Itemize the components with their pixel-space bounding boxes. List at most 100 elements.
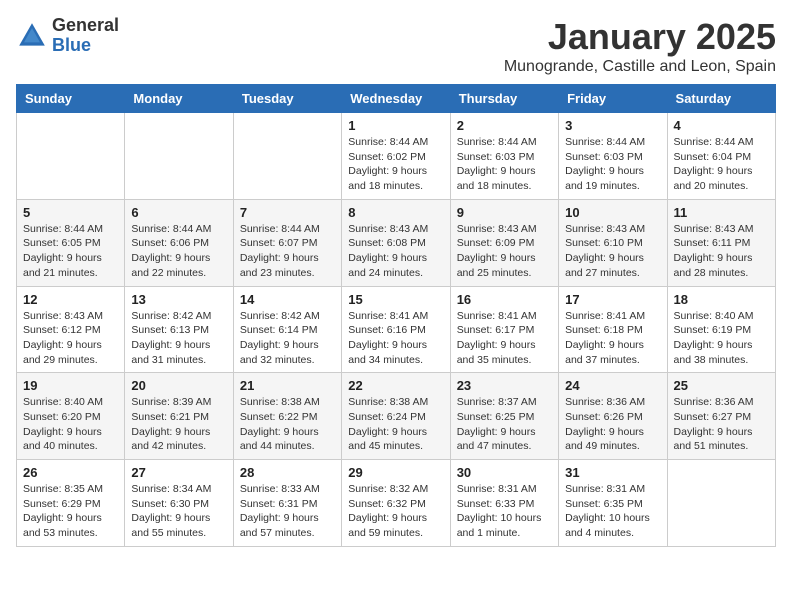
day-number: 28: [240, 465, 335, 480]
calendar-cell: [17, 113, 125, 200]
day-info: Sunrise: 8:36 AM Sunset: 6:27 PM Dayligh…: [674, 395, 769, 454]
day-info: Sunrise: 8:44 AM Sunset: 6:03 PM Dayligh…: [457, 135, 552, 194]
logo: General Blue: [16, 16, 119, 56]
calendar-cell: 8Sunrise: 8:43 AM Sunset: 6:08 PM Daylig…: [342, 199, 450, 286]
weekday-header-thursday: Thursday: [450, 85, 558, 113]
day-info: Sunrise: 8:31 AM Sunset: 6:35 PM Dayligh…: [565, 482, 660, 541]
calendar-cell: [667, 460, 775, 547]
day-number: 11: [674, 205, 769, 220]
day-info: Sunrise: 8:37 AM Sunset: 6:25 PM Dayligh…: [457, 395, 552, 454]
day-info: Sunrise: 8:34 AM Sunset: 6:30 PM Dayligh…: [131, 482, 226, 541]
calendar-cell: 5 Sunrise: 8:44 AM Sunset: 6:05 PM Daylig…: [17, 199, 125, 286]
calendar-cell: 12 Sunrise: 8:43 AM Sunset: 6:12 PM Dayli…: [17, 286, 125, 373]
day-number: 18: [674, 292, 769, 307]
calendar-cell: 11 Sunrise: 8:43 AM Sunset: 6:11 PM Dayli…: [667, 199, 775, 286]
calendar-cell: 29 Sunrise: 8:32 AM Sunset: 6:32 PM Dayli…: [342, 460, 450, 547]
day-number: 30: [457, 465, 552, 480]
day-number: 1: [348, 118, 443, 133]
day-number: 20: [131, 378, 226, 393]
calendar-cell: 13 Sunrise: 8:42 AM Sunset: 6:13 PM Dayli…: [125, 286, 233, 373]
day-number: 26: [23, 465, 118, 480]
calendar-cell: 31 Sunrise: 8:31 AM Sunset: 6:35 PM Dayli…: [559, 460, 667, 547]
day-number: 24: [565, 378, 660, 393]
day-info: Sunrise: 8:42 AM Sunset: 6:14 PM Dayligh…: [240, 309, 335, 368]
calendar-cell: 20 Sunrise: 8:39 AM Sunset: 6:21 PM Dayli…: [125, 373, 233, 460]
calendar-week-row: 5 Sunrise: 8:44 AM Sunset: 6:05 PM Daylig…: [17, 199, 776, 286]
calendar-cell: 10Sunrise: 8:43 AM Sunset: 6:10 PM Dayli…: [559, 199, 667, 286]
title-section: January 2025 Munogrande, Castille and Le…: [504, 16, 776, 76]
weekday-header-sunday: Sunday: [17, 85, 125, 113]
calendar-cell: 27 Sunrise: 8:34 AM Sunset: 6:30 PM Dayli…: [125, 460, 233, 547]
day-number: 13: [131, 292, 226, 307]
calendar-cell: 1 Sunrise: 8:44 AM Sunset: 6:02 PM Daylig…: [342, 113, 450, 200]
weekday-header-tuesday: Tuesday: [233, 85, 341, 113]
day-number: 21: [240, 378, 335, 393]
day-number: 17: [565, 292, 660, 307]
day-number: 29: [348, 465, 443, 480]
day-info: Sunrise: 8:40 AM Sunset: 6:20 PM Dayligh…: [23, 395, 118, 454]
day-info: Sunrise: 8:44 AM Sunset: 6:07 PM Dayligh…: [240, 222, 335, 281]
day-number: 3: [565, 118, 660, 133]
day-number: 4: [674, 118, 769, 133]
day-info: Sunrise: 8:39 AM Sunset: 6:21 PM Dayligh…: [131, 395, 226, 454]
day-info: Sunrise: 8:42 AM Sunset: 6:13 PM Dayligh…: [131, 309, 226, 368]
calendar-cell: 15 Sunrise: 8:41 AM Sunset: 6:16 PM Dayli…: [342, 286, 450, 373]
day-number: 7: [240, 205, 335, 220]
day-info: Sunrise: 8:41 AM Sunset: 6:16 PM Dayligh…: [348, 309, 443, 368]
day-info: Sunrise: 8:44 AM Sunset: 6:04 PM Dayligh…: [674, 135, 769, 194]
day-info: Sunrise: 8:41 AM Sunset: 6:17 PM Dayligh…: [457, 309, 552, 368]
calendar-cell: 4 Sunrise: 8:44 AM Sunset: 6:04 PM Daylig…: [667, 113, 775, 200]
day-info: Sunrise: 8:44 AM Sunset: 6:02 PM Dayligh…: [348, 135, 443, 194]
page-header: General Blue January 2025 Munogrande, Ca…: [16, 16, 776, 76]
calendar-cell: 22Sunrise: 8:38 AM Sunset: 6:24 PM Dayli…: [342, 373, 450, 460]
calendar-cell: 2 Sunrise: 8:44 AM Sunset: 6:03 PM Daylig…: [450, 113, 558, 200]
calendar-cell: 14 Sunrise: 8:42 AM Sunset: 6:14 PM Dayli…: [233, 286, 341, 373]
day-number: 2: [457, 118, 552, 133]
day-info: Sunrise: 8:43 AM Sunset: 6:10 PM Dayligh…: [565, 222, 660, 281]
calendar-cell: 17 Sunrise: 8:41 AM Sunset: 6:18 PM Dayli…: [559, 286, 667, 373]
day-info: Sunrise: 8:41 AM Sunset: 6:18 PM Dayligh…: [565, 309, 660, 368]
logo-general-text: General: [52, 16, 119, 36]
day-info: Sunrise: 8:38 AM Sunset: 6:22 PM Dayligh…: [240, 395, 335, 454]
day-info: Sunrise: 8:32 AM Sunset: 6:32 PM Dayligh…: [348, 482, 443, 541]
day-number: 5: [23, 205, 118, 220]
day-number: 27: [131, 465, 226, 480]
calendar-cell: 18 Sunrise: 8:40 AM Sunset: 6:19 PM Dayli…: [667, 286, 775, 373]
calendar-cell: [233, 113, 341, 200]
calendar-cell: 28Sunrise: 8:33 AM Sunset: 6:31 PM Dayli…: [233, 460, 341, 547]
calendar-cell: 6 Sunrise: 8:44 AM Sunset: 6:06 PM Daylig…: [125, 199, 233, 286]
day-number: 16: [457, 292, 552, 307]
day-number: 15: [348, 292, 443, 307]
calendar-week-row: 1 Sunrise: 8:44 AM Sunset: 6:02 PM Daylig…: [17, 113, 776, 200]
location-title: Munogrande, Castille and Leon, Spain: [504, 58, 776, 76]
day-number: 9: [457, 205, 552, 220]
day-info: Sunrise: 8:44 AM Sunset: 6:05 PM Dayligh…: [23, 222, 118, 281]
calendar-week-row: 26 Sunrise: 8:35 AM Sunset: 6:29 PM Dayli…: [17, 460, 776, 547]
weekday-header-saturday: Saturday: [667, 85, 775, 113]
weekday-header-monday: Monday: [125, 85, 233, 113]
calendar-cell: 3 Sunrise: 8:44 AM Sunset: 6:03 PM Daylig…: [559, 113, 667, 200]
day-info: Sunrise: 8:44 AM Sunset: 6:03 PM Dayligh…: [565, 135, 660, 194]
day-info: Sunrise: 8:43 AM Sunset: 6:12 PM Dayligh…: [23, 309, 118, 368]
day-number: 14: [240, 292, 335, 307]
day-info: Sunrise: 8:44 AM Sunset: 6:06 PM Dayligh…: [131, 222, 226, 281]
weekday-header-row: SundayMondayTuesdayWednesdayThursdayFrid…: [17, 85, 776, 113]
day-number: 6: [131, 205, 226, 220]
calendar-cell: [125, 113, 233, 200]
month-title: January 2025: [504, 16, 776, 58]
calendar-cell: 24Sunrise: 8:36 AM Sunset: 6:26 PM Dayli…: [559, 373, 667, 460]
day-number: 23: [457, 378, 552, 393]
calendar-cell: 26 Sunrise: 8:35 AM Sunset: 6:29 PM Dayli…: [17, 460, 125, 547]
day-number: 31: [565, 465, 660, 480]
day-info: Sunrise: 8:40 AM Sunset: 6:19 PM Dayligh…: [674, 309, 769, 368]
logo-blue-text: Blue: [52, 36, 119, 56]
calendar-cell: 19Sunrise: 8:40 AM Sunset: 6:20 PM Dayli…: [17, 373, 125, 460]
day-number: 12: [23, 292, 118, 307]
calendar-cell: 21 Sunrise: 8:38 AM Sunset: 6:22 PM Dayli…: [233, 373, 341, 460]
weekday-header-friday: Friday: [559, 85, 667, 113]
calendar-week-row: 12 Sunrise: 8:43 AM Sunset: 6:12 PM Dayli…: [17, 286, 776, 373]
day-info: Sunrise: 8:43 AM Sunset: 6:11 PM Dayligh…: [674, 222, 769, 281]
calendar-cell: 16 Sunrise: 8:41 AM Sunset: 6:17 PM Dayli…: [450, 286, 558, 373]
calendar-cell: 30Sunrise: 8:31 AM Sunset: 6:33 PM Dayli…: [450, 460, 558, 547]
day-info: Sunrise: 8:35 AM Sunset: 6:29 PM Dayligh…: [23, 482, 118, 541]
